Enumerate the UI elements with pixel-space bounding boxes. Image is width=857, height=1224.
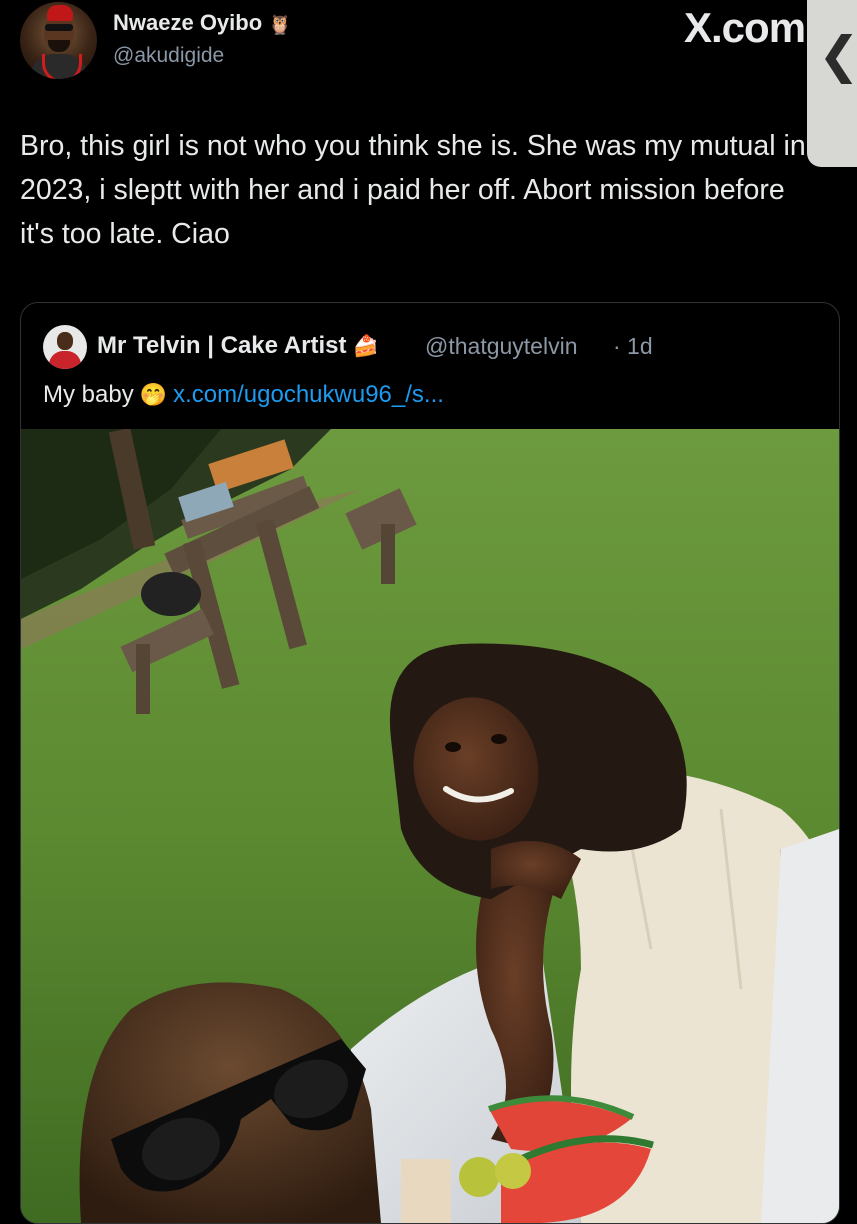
quoted-tweet-card[interactable]: Mr Telvin | Cake Artist 🍰 @thatguytelvin … [20,302,840,1224]
owl-emoji-icon: 🦉 [268,15,292,36]
author-avatar[interactable] [20,2,97,79]
cake-emoji-icon: 🍰 [352,335,379,358]
quoted-author-avatar[interactable] [43,325,87,369]
quoted-tweet-text: My baby 🤭 x.com/ugochukwu96_/s... [43,381,444,409]
chevron-left-icon[interactable]: ❮ [818,30,857,80]
quoted-tweet-photo[interactable] [21,429,839,1223]
author-name-text[interactable]: Nwaeze Oyibo [113,10,262,35]
quoted-text-body: My baby [43,381,134,408]
hand-over-mouth-emoji-icon: 🤭 [139,382,168,407]
quoted-author-name-text[interactable]: Mr Telvin | Cake Artist [97,332,346,359]
quoted-link[interactable]: x.com/ugochukwu96_/s... [173,381,444,408]
tweet-body-text: Bro, this girl is not who you think she … [20,130,806,250]
author-handle[interactable]: @akudigide [113,44,224,68]
quoted-author-display-name[interactable]: Mr Telvin | Cake Artist 🍰 [97,332,379,360]
quoted-author-handle[interactable]: @thatguytelvin [425,333,578,360]
x-com-watermark: X.com [684,4,806,51]
quoted-timestamp[interactable]: · 1d [613,333,653,360]
author-display-name[interactable]: Nwaeze Oyibo 🦉 [113,10,292,37]
picnic-photo-illustration [21,429,839,1223]
